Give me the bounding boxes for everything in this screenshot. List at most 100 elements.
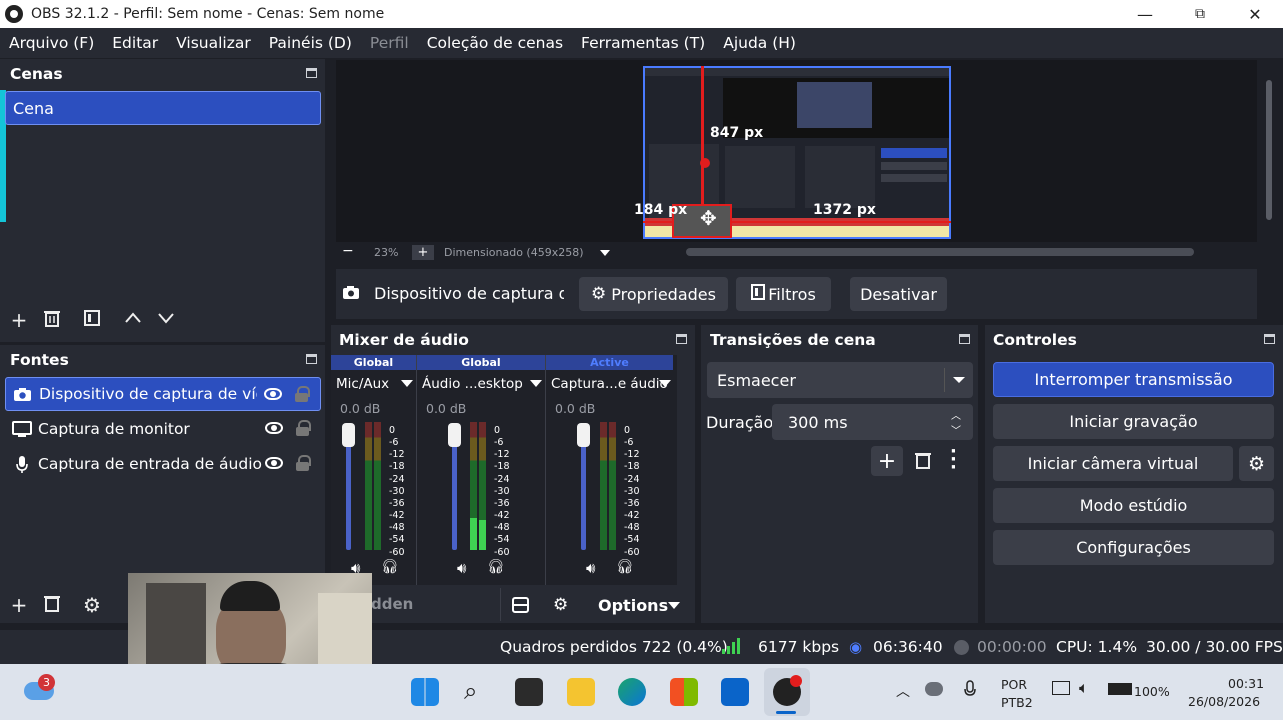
- visibility-eye-icon[interactable]: [264, 388, 282, 400]
- undock-icon[interactable]: [959, 334, 970, 344]
- start-recording-button[interactable]: Iniciar gravação: [993, 404, 1274, 439]
- source-item-video-capture[interactable]: Dispositivo de captura de vídeo: [5, 377, 321, 411]
- start-virtual-camera-button[interactable]: Iniciar câmera virtual: [993, 446, 1233, 481]
- volume-knob-desktop[interactable]: [448, 423, 461, 447]
- zoom-in-button[interactable]: +: [412, 245, 434, 260]
- chevron-down-icon[interactable]: [659, 380, 671, 387]
- mixer-layout-icon[interactable]: [512, 597, 529, 617]
- menu-perfil[interactable]: Perfil: [370, 34, 409, 52]
- headphones-icon[interactable]: 🎧︎: [616, 559, 634, 575]
- distance-label-right: 1372 px: [813, 202, 876, 218]
- chevron-down-icon[interactable]: [600, 250, 610, 256]
- chevron-down-icon[interactable]: [668, 602, 680, 609]
- zoom-bar: − 23% + Dimensionado (459x258): [336, 243, 1257, 263]
- spin-up-icon[interactable]: ︿: [951, 407, 961, 422]
- menu-ajuda[interactable]: Ajuda (H): [723, 34, 796, 52]
- studio-mode-button[interactable]: Modo estúdio: [993, 488, 1274, 523]
- lock-icon[interactable]: [295, 386, 310, 402]
- move-scene-up-icon[interactable]: [120, 308, 146, 332]
- undock-icon[interactable]: [306, 68, 317, 78]
- channel-name-mic[interactable]: Mic/Aux: [336, 376, 389, 392]
- onedrive-icon[interactable]: [925, 682, 943, 696]
- volume-slider-mic[interactable]: [346, 430, 351, 550]
- file-explorer-icon[interactable]: [567, 678, 595, 706]
- search-icon[interactable]: ⌕: [464, 677, 477, 705]
- menu-paineis[interactable]: Painéis (D): [269, 34, 352, 52]
- menu-visualizar[interactable]: Visualizar: [176, 34, 251, 52]
- minimize-button[interactable]: —: [1118, 0, 1172, 28]
- clock-time[interactable]: 00:31: [1228, 676, 1264, 691]
- volume-knob-capture[interactable]: [577, 423, 590, 447]
- chevron-down-icon[interactable]: [530, 380, 542, 387]
- menu-editar[interactable]: Editar: [112, 34, 158, 52]
- menu-ferramentas[interactable]: Ferramentas (T): [581, 34, 705, 52]
- remove-transition-icon[interactable]: [914, 451, 932, 473]
- settings-button[interactable]: Configurações: [993, 530, 1274, 565]
- close-button[interactable]: ✕: [1228, 0, 1282, 28]
- source-settings-gear-icon[interactable]: ⚙: [79, 593, 105, 617]
- outlook-icon[interactable]: [721, 678, 749, 706]
- headphones-icon[interactable]: 🎧︎: [487, 559, 505, 575]
- resize-handle[interactable]: [700, 158, 710, 168]
- advanced-audio-gear-icon[interactable]: ⚙: [553, 595, 568, 615]
- lock-icon[interactable]: [296, 420, 311, 436]
- store-icon[interactable]: [670, 678, 698, 706]
- keyboard-layout[interactable]: PTB2: [1001, 695, 1033, 710]
- volume-slider-capture[interactable]: [581, 430, 586, 550]
- add-transition-button[interactable]: +: [871, 446, 903, 476]
- menu-arquivo[interactable]: Arquivo (F): [9, 34, 94, 52]
- channel-name-desktop[interactable]: Áudio ...esktop: [422, 376, 523, 392]
- virtual-camera-settings-gear-icon[interactable]: ⚙: [1239, 446, 1274, 481]
- start-menu-icon[interactable]: [411, 678, 439, 706]
- source-item-monitor-capture[interactable]: Captura de monitor: [5, 412, 321, 446]
- undock-icon[interactable]: [1264, 334, 1275, 344]
- chevron-down-icon[interactable]: [401, 380, 413, 387]
- display-icon[interactable]: [1052, 681, 1070, 695]
- scene-item-cena[interactable]: Cena: [5, 91, 321, 125]
- source-item-audio-input[interactable]: Captura de entrada de áudio: [5, 447, 321, 481]
- stop-stream-button[interactable]: Interromper transmissão: [993, 362, 1274, 397]
- clock-date[interactable]: 26/08/2026: [1188, 694, 1260, 709]
- add-scene-icon[interactable]: +: [6, 308, 32, 332]
- edge-browser-icon[interactable]: [618, 678, 646, 706]
- scene-filters-icon[interactable]: [79, 308, 105, 332]
- filters-button[interactable]: Filtros: [736, 277, 831, 311]
- visibility-eye-icon[interactable]: [265, 457, 283, 469]
- deactivate-button[interactable]: Desativar: [850, 277, 947, 311]
- camera-icon: [6, 387, 39, 402]
- microphone-tray-icon[interactable]: [963, 680, 977, 703]
- duration-spinbox[interactable]: 300 ms ︿ ﹀: [772, 404, 973, 440]
- zoom-out-button[interactable]: −: [342, 243, 354, 259]
- add-source-icon[interactable]: +: [6, 593, 32, 617]
- preview-horizontal-scrollbar[interactable]: [686, 248, 1194, 256]
- more-options-icon[interactable]: · · ·: [950, 443, 957, 477]
- menu-colecao-cenas[interactable]: Coleção de cenas: [427, 34, 563, 52]
- headphones-icon[interactable]: 🎧︎: [381, 559, 399, 575]
- mixer-scrollbar[interactable]: [677, 355, 689, 585]
- spin-down-icon[interactable]: ﹀: [951, 422, 961, 437]
- speaker-icon[interactable]: 🔊︎: [586, 559, 595, 577]
- lock-icon[interactable]: [296, 455, 311, 471]
- scale-mode-select[interactable]: Dimensionado (459x258): [444, 246, 584, 259]
- maximize-button[interactable]: ⧉: [1173, 0, 1227, 28]
- volume-slider-desktop[interactable]: [452, 430, 457, 550]
- mixer-options-button[interactable]: Options: [598, 596, 668, 615]
- input-language[interactable]: POR: [1001, 677, 1027, 692]
- move-scene-down-icon[interactable]: [153, 308, 179, 332]
- task-view-icon[interactable]: [515, 678, 543, 706]
- channel-name-capture[interactable]: Captura...e áudio: [551, 376, 668, 392]
- preview-vertical-scrollbar[interactable]: [1263, 60, 1275, 242]
- volume-knob-mic[interactable]: [342, 423, 355, 447]
- properties-button[interactable]: ⚙ Propriedades: [579, 277, 728, 311]
- move-cursor-icon: ✥: [700, 206, 717, 230]
- battery-icon[interactable]: [1108, 683, 1132, 695]
- remove-source-icon[interactable]: [39, 593, 65, 617]
- transition-select[interactable]: Esmaecer: [707, 362, 973, 398]
- volume-icon[interactable]: 🔈︎: [1079, 678, 1089, 698]
- undock-icon[interactable]: [676, 334, 687, 344]
- remove-scene-icon[interactable]: [39, 308, 65, 332]
- undock-icon[interactable]: [306, 354, 317, 364]
- visibility-eye-icon[interactable]: [265, 422, 283, 434]
- show-hidden-icons-chevron-icon[interactable]: ︿: [896, 681, 910, 701]
- speaker-icon[interactable]: 🔊︎: [457, 559, 466, 577]
